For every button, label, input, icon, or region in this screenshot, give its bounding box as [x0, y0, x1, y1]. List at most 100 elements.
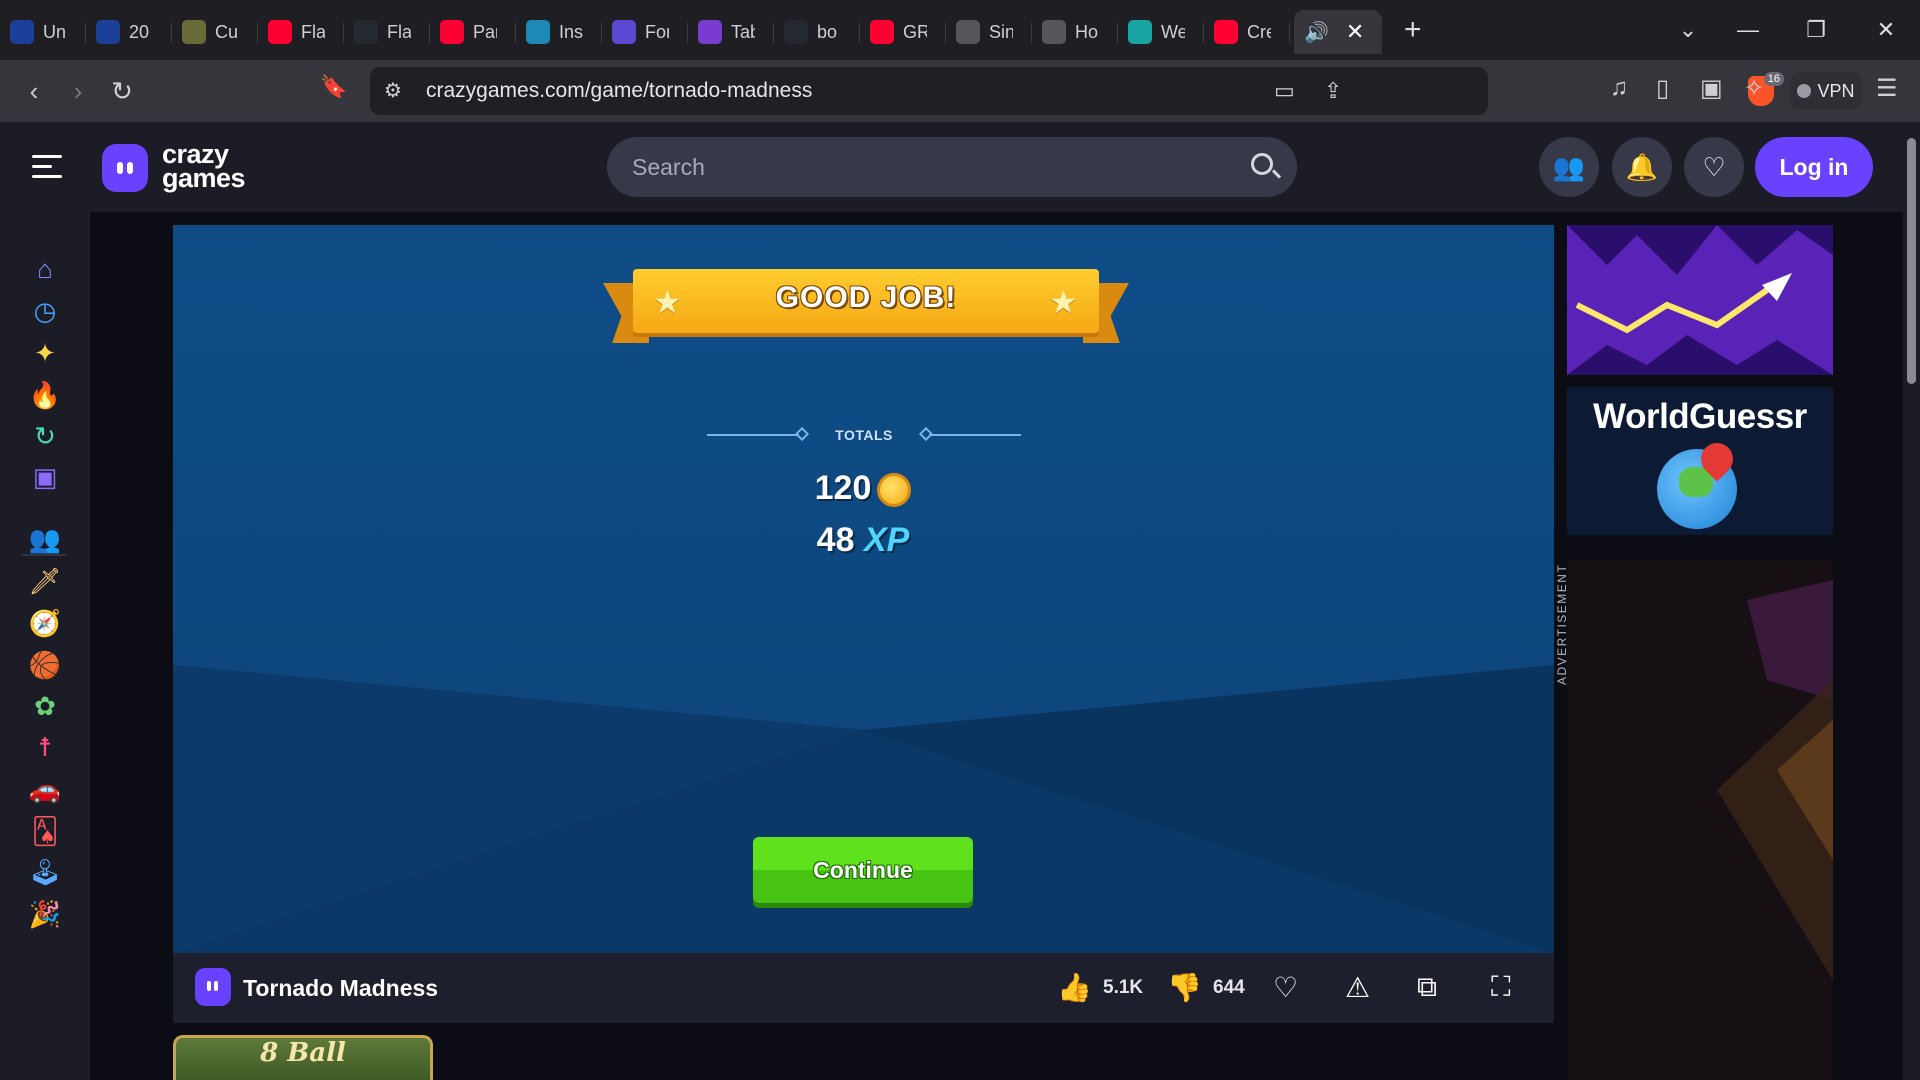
joystick-icon[interactable]: 🕹: [28, 855, 62, 889]
browser-tab[interactable]: Fla: [258, 10, 344, 54]
share-icon[interactable]: ⇪: [1324, 78, 1342, 104]
compass-icon[interactable]: 🧭: [28, 606, 62, 640]
thumbs-up-icon[interactable]: 👍: [1057, 971, 1092, 1004]
back-button[interactable]: ‹: [12, 69, 56, 113]
browser-tab[interactable]: 20: [86, 10, 172, 54]
tab-label: Ins: [559, 21, 583, 42]
favorites-button[interactable]: ♡: [1684, 137, 1744, 197]
new-tab-button[interactable]: +: [1404, 13, 1422, 47]
game-canvas[interactable]: ★ ★ GOOD JOB! TOTALS 120 48 XP Continue: [173, 225, 1554, 953]
crazygames-logo-icon[interactable]: [102, 144, 148, 192]
worldguessr-title: WorldGuessr: [1593, 397, 1807, 436]
xp-reward: 48 XP: [733, 521, 993, 560]
logo-line-2: games: [162, 163, 246, 193]
search-input[interactable]: Search: [607, 137, 1297, 197]
twitch-icon[interactable]: ▣: [28, 460, 62, 494]
media-icon[interactable]: ♫: [1610, 74, 1628, 102]
refresh-icon[interactable]: ↻: [28, 419, 62, 453]
browser-tab[interactable]: Par: [430, 10, 516, 54]
tab-label: We: [1161, 21, 1185, 42]
browser-tab[interactable]: GR: [860, 10, 946, 54]
thumbs-down-icon[interactable]: 👎: [1167, 971, 1202, 1004]
scrollbar-thumb[interactable]: [1907, 138, 1916, 384]
browser-tab[interactable]: Cu: [172, 10, 258, 54]
search-icon[interactable]: [1251, 153, 1273, 175]
ad-game-thumbnail[interactable]: [1567, 225, 1833, 375]
close-window-button[interactable]: ✕: [1852, 0, 1920, 60]
ad-banner-right[interactable]: [1567, 560, 1833, 1080]
sidebar-collapse-icon[interactable]: [32, 152, 62, 180]
page-scrollbar[interactable]: [1903, 122, 1920, 1080]
flower-icon[interactable]: ✿: [28, 689, 62, 723]
fullscreen-icon[interactable]: ⛶: [1491, 971, 1511, 1004]
home-icon[interactable]: ⌂: [28, 252, 62, 286]
basketball-icon[interactable]: 🏀: [28, 648, 62, 682]
tab-label: Ho: [1075, 21, 1099, 42]
vpn-status-icon: [1797, 84, 1812, 98]
forward-button[interactable]: ›: [56, 69, 100, 113]
tab-label: Fla: [387, 21, 411, 42]
tab-search-icon[interactable]: ⌄: [1654, 0, 1722, 60]
cards-icon[interactable]: 🂡: [28, 814, 62, 848]
fire-icon[interactable]: 🔥: [28, 378, 62, 412]
browser-tab[interactable]: For: [602, 10, 688, 54]
tab-list: Un 20 Cu Fla Fla Par Ins For Tab bo GR Sin Ho We Cre: [0, 6, 1290, 54]
address-bar[interactable]: ⚙ crazygames.com/game/tornado-madness ▭ …: [370, 67, 1826, 115]
embed-icon[interactable]: ⧉: [1417, 971, 1437, 1004]
report-icon[interactable]: ⚠: [1345, 971, 1370, 1004]
browser-tab[interactable]: Cre: [1204, 10, 1290, 54]
browser-tab[interactable]: Un: [0, 10, 86, 54]
notifications-button[interactable]: 🔔: [1612, 137, 1672, 197]
clock-icon[interactable]: ◷: [28, 294, 62, 328]
browser-tab[interactable]: Tab: [688, 10, 774, 54]
bookmark-icon[interactable]: 🔖: [320, 74, 347, 100]
sidebar-toggle-icon[interactable]: ▯: [1656, 74, 1669, 103]
reload-button[interactable]: ↻: [100, 69, 144, 113]
browser-tab[interactable]: bo: [774, 10, 860, 54]
browser-tab[interactable]: Sin: [946, 10, 1032, 54]
people-icon[interactable]: 👥: [28, 522, 62, 556]
sword-icon[interactable]: 🗡: [28, 564, 62, 598]
youtube-icon: [870, 20, 894, 44]
s-icon: [1128, 20, 1152, 44]
game-info-bar: Tornado Madness 👍 5.1K 👎 644 ♡ ⚠ ⧉ ⛶: [173, 953, 1554, 1023]
close-tab-icon[interactable]: ✕: [1346, 19, 1364, 45]
tab-label: Par: [473, 21, 497, 42]
tab-label: GR: [903, 21, 927, 42]
wallet-icon[interactable]: ▣: [1700, 74, 1723, 103]
restore-button[interactable]: ❐: [1782, 0, 1850, 60]
totals-divider: TOTALS: [707, 425, 1021, 445]
xp-value: 48: [816, 521, 855, 559]
tab-label: For: [645, 21, 669, 42]
divider-line: [707, 434, 799, 436]
stickman-icon[interactable]: ☨: [28, 730, 62, 764]
ad-worldguessr[interactable]: WorldGuessr: [1567, 387, 1833, 535]
heart-icon: ♡: [1702, 151, 1726, 182]
friends-button[interactable]: 👥: [1539, 137, 1599, 197]
crazygames-logo-text[interactable]: crazy games: [162, 141, 246, 193]
browser-tab[interactable]: Fla: [344, 10, 430, 54]
sparkle-icon[interactable]: ✦: [28, 336, 62, 370]
speaker-icon[interactable]: 🔊: [1304, 20, 1329, 45]
browser-tab[interactable]: Ho: [1032, 10, 1118, 54]
game-thumbnail-8ball[interactable]: 8 Ball: [173, 1035, 433, 1080]
car-icon[interactable]: 🚗: [28, 772, 62, 806]
browser-tab[interactable]: Ins: [516, 10, 602, 54]
github-icon: [354, 20, 378, 44]
site-info-icon[interactable]: ⚙: [384, 78, 402, 103]
minimize-button[interactable]: —: [1714, 0, 1782, 60]
menu-icon[interactable]: ☰: [1876, 74, 1898, 103]
browser-tab[interactable]: We: [1118, 10, 1204, 54]
continue-button[interactable]: Continue: [753, 837, 973, 903]
favorite-heart-icon[interactable]: ♡: [1273, 971, 1298, 1004]
party-icon[interactable]: 🎉: [28, 897, 62, 931]
url-text[interactable]: crazygames.com/game/tornado-madness: [426, 79, 812, 103]
grid-icon: [182, 20, 206, 44]
likes-count: 5.1K: [1103, 977, 1144, 998]
cast-icon[interactable]: ▭: [1274, 78, 1295, 104]
tab-label: bo: [817, 21, 838, 42]
leo-ai-icon[interactable]: ✧: [1744, 74, 1764, 103]
login-button[interactable]: Log in: [1755, 137, 1873, 197]
vpn-button[interactable]: VPN: [1790, 72, 1862, 110]
tab-active[interactable]: 🔊 ✕: [1294, 10, 1382, 54]
